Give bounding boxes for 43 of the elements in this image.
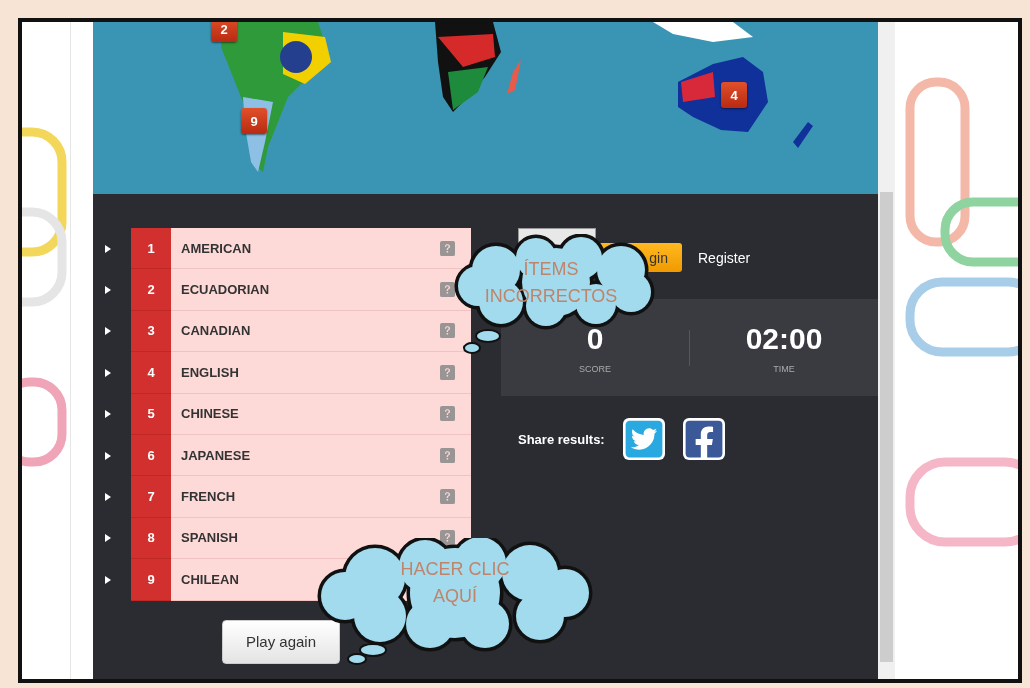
scrollbar-thumb[interactable]	[880, 192, 893, 662]
answer-name: CANADIAN	[181, 323, 251, 339]
expand-arrow-icon[interactable]	[105, 244, 111, 253]
help-icon[interactable]	[440, 530, 455, 546]
answer-name: FRENCH	[181, 489, 236, 505]
scrollbar[interactable]	[878, 22, 895, 679]
answer-number: 9	[131, 559, 171, 601]
expand-arrow-icon[interactable]	[105, 534, 111, 543]
map-marker[interactable]: 2	[211, 22, 237, 42]
answer-number: 1	[131, 228, 171, 270]
answer-number: 2	[131, 269, 171, 311]
stat-label: SCORE	[579, 363, 611, 374]
map-marker[interactable]: 9	[241, 108, 267, 134]
expand-arrow-icon[interactable]	[105, 327, 111, 336]
answer-number: 7	[131, 476, 171, 518]
annotation-text: HACER CLIC AQUÍ	[399, 558, 511, 608]
answer-name: ENGLISH	[181, 364, 239, 380]
answer-number: 4	[131, 352, 171, 394]
expand-arrow-icon[interactable]	[105, 368, 111, 377]
twitter-icon[interactable]	[622, 418, 665, 460]
expand-arrow-icon[interactable]	[105, 286, 111, 295]
expand-arrow-icon[interactable]	[105, 575, 111, 584]
answer-name: CHILEAN	[181, 571, 239, 587]
answer-name: CHINESE	[181, 406, 239, 422]
answer-name: AMERICAN	[181, 240, 252, 256]
answer-name: SPANISH	[181, 530, 238, 546]
expand-arrow-icon[interactable]	[105, 493, 111, 502]
expand-arrow-icon[interactable]	[105, 451, 111, 460]
answer-number: 6	[131, 434, 171, 477]
stat-label: TIME	[773, 363, 795, 374]
facebook-icon[interactable]	[682, 418, 725, 460]
answer-name: ECUADORIAN	[181, 282, 270, 298]
stat-value: 0	[586, 321, 604, 356]
answer-number: 5	[131, 393, 171, 435]
expand-arrow-icon[interactable]	[105, 410, 111, 419]
answer-number: 8	[131, 517, 171, 560]
answer-name: JAPANESE	[181, 447, 251, 463]
stat-value: 02:00	[745, 321, 823, 356]
share-label: Share results:	[518, 431, 605, 447]
play-again-button[interactable]: Play again	[222, 619, 340, 664]
map-marker[interactable]: 4	[721, 82, 747, 108]
register-link[interactable]: Register	[698, 250, 751, 266]
answer-number: 3	[131, 310, 171, 353]
